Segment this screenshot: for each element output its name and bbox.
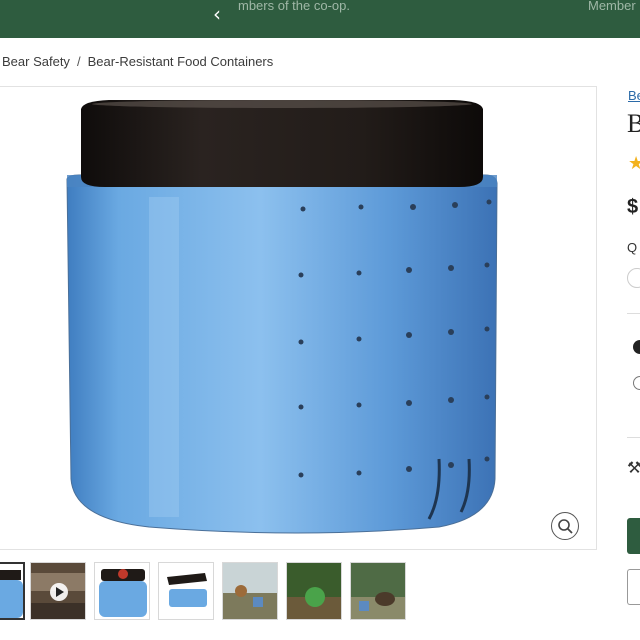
secondary-action-button[interactable] — [627, 569, 640, 605]
thumb-forest-container[interactable] — [286, 562, 342, 620]
banner-message-next: Member — [588, 0, 636, 13]
breadcrumb-bear-safety[interactable]: Bear Safety — [2, 54, 70, 69]
option-radio-selected[interactable] — [633, 340, 640, 354]
tools-icon: ⚒ — [627, 458, 640, 477]
add-to-cart-button[interactable] — [627, 518, 640, 554]
breadcrumb-bear-resistant-food-containers[interactable]: Bear-Resistant Food Containers — [88, 54, 274, 69]
thumb-jar-front[interactable] — [0, 562, 25, 620]
promo-banner: ‹ mbers of the co-op. Member — [0, 0, 640, 38]
divider — [627, 313, 640, 314]
brand-link[interactable]: Be — [628, 88, 640, 103]
bear-canister-image — [66, 100, 498, 534]
thumb-jar-lid-logo[interactable] — [94, 562, 150, 620]
divider — [627, 437, 640, 438]
breadcrumb-separator: / — [76, 54, 81, 69]
product-price: $ — [627, 196, 639, 218]
main-product-image[interactable] — [0, 86, 597, 550]
chevron-left-icon[interactable]: ‹ — [213, 4, 221, 24]
option-radio[interactable] — [633, 376, 640, 390]
thumb-video[interactable] — [30, 562, 86, 620]
breadcrumb: Bear Safety / Bear-Resistant Food Containe… — [2, 54, 273, 69]
quantity-label: Q — [627, 240, 638, 255]
quantity-decrement-button[interactable] — [627, 268, 640, 288]
thumb-campsite[interactable] — [222, 562, 278, 620]
product-title: B — [627, 109, 640, 138]
thumb-bear[interactable] — [350, 562, 406, 620]
magnifier-icon[interactable] — [551, 512, 579, 540]
rating-star-icon[interactable]: ★ — [628, 153, 640, 174]
thumb-jar-open[interactable] — [158, 562, 214, 620]
banner-message: mbers of the co-op. — [238, 0, 350, 13]
